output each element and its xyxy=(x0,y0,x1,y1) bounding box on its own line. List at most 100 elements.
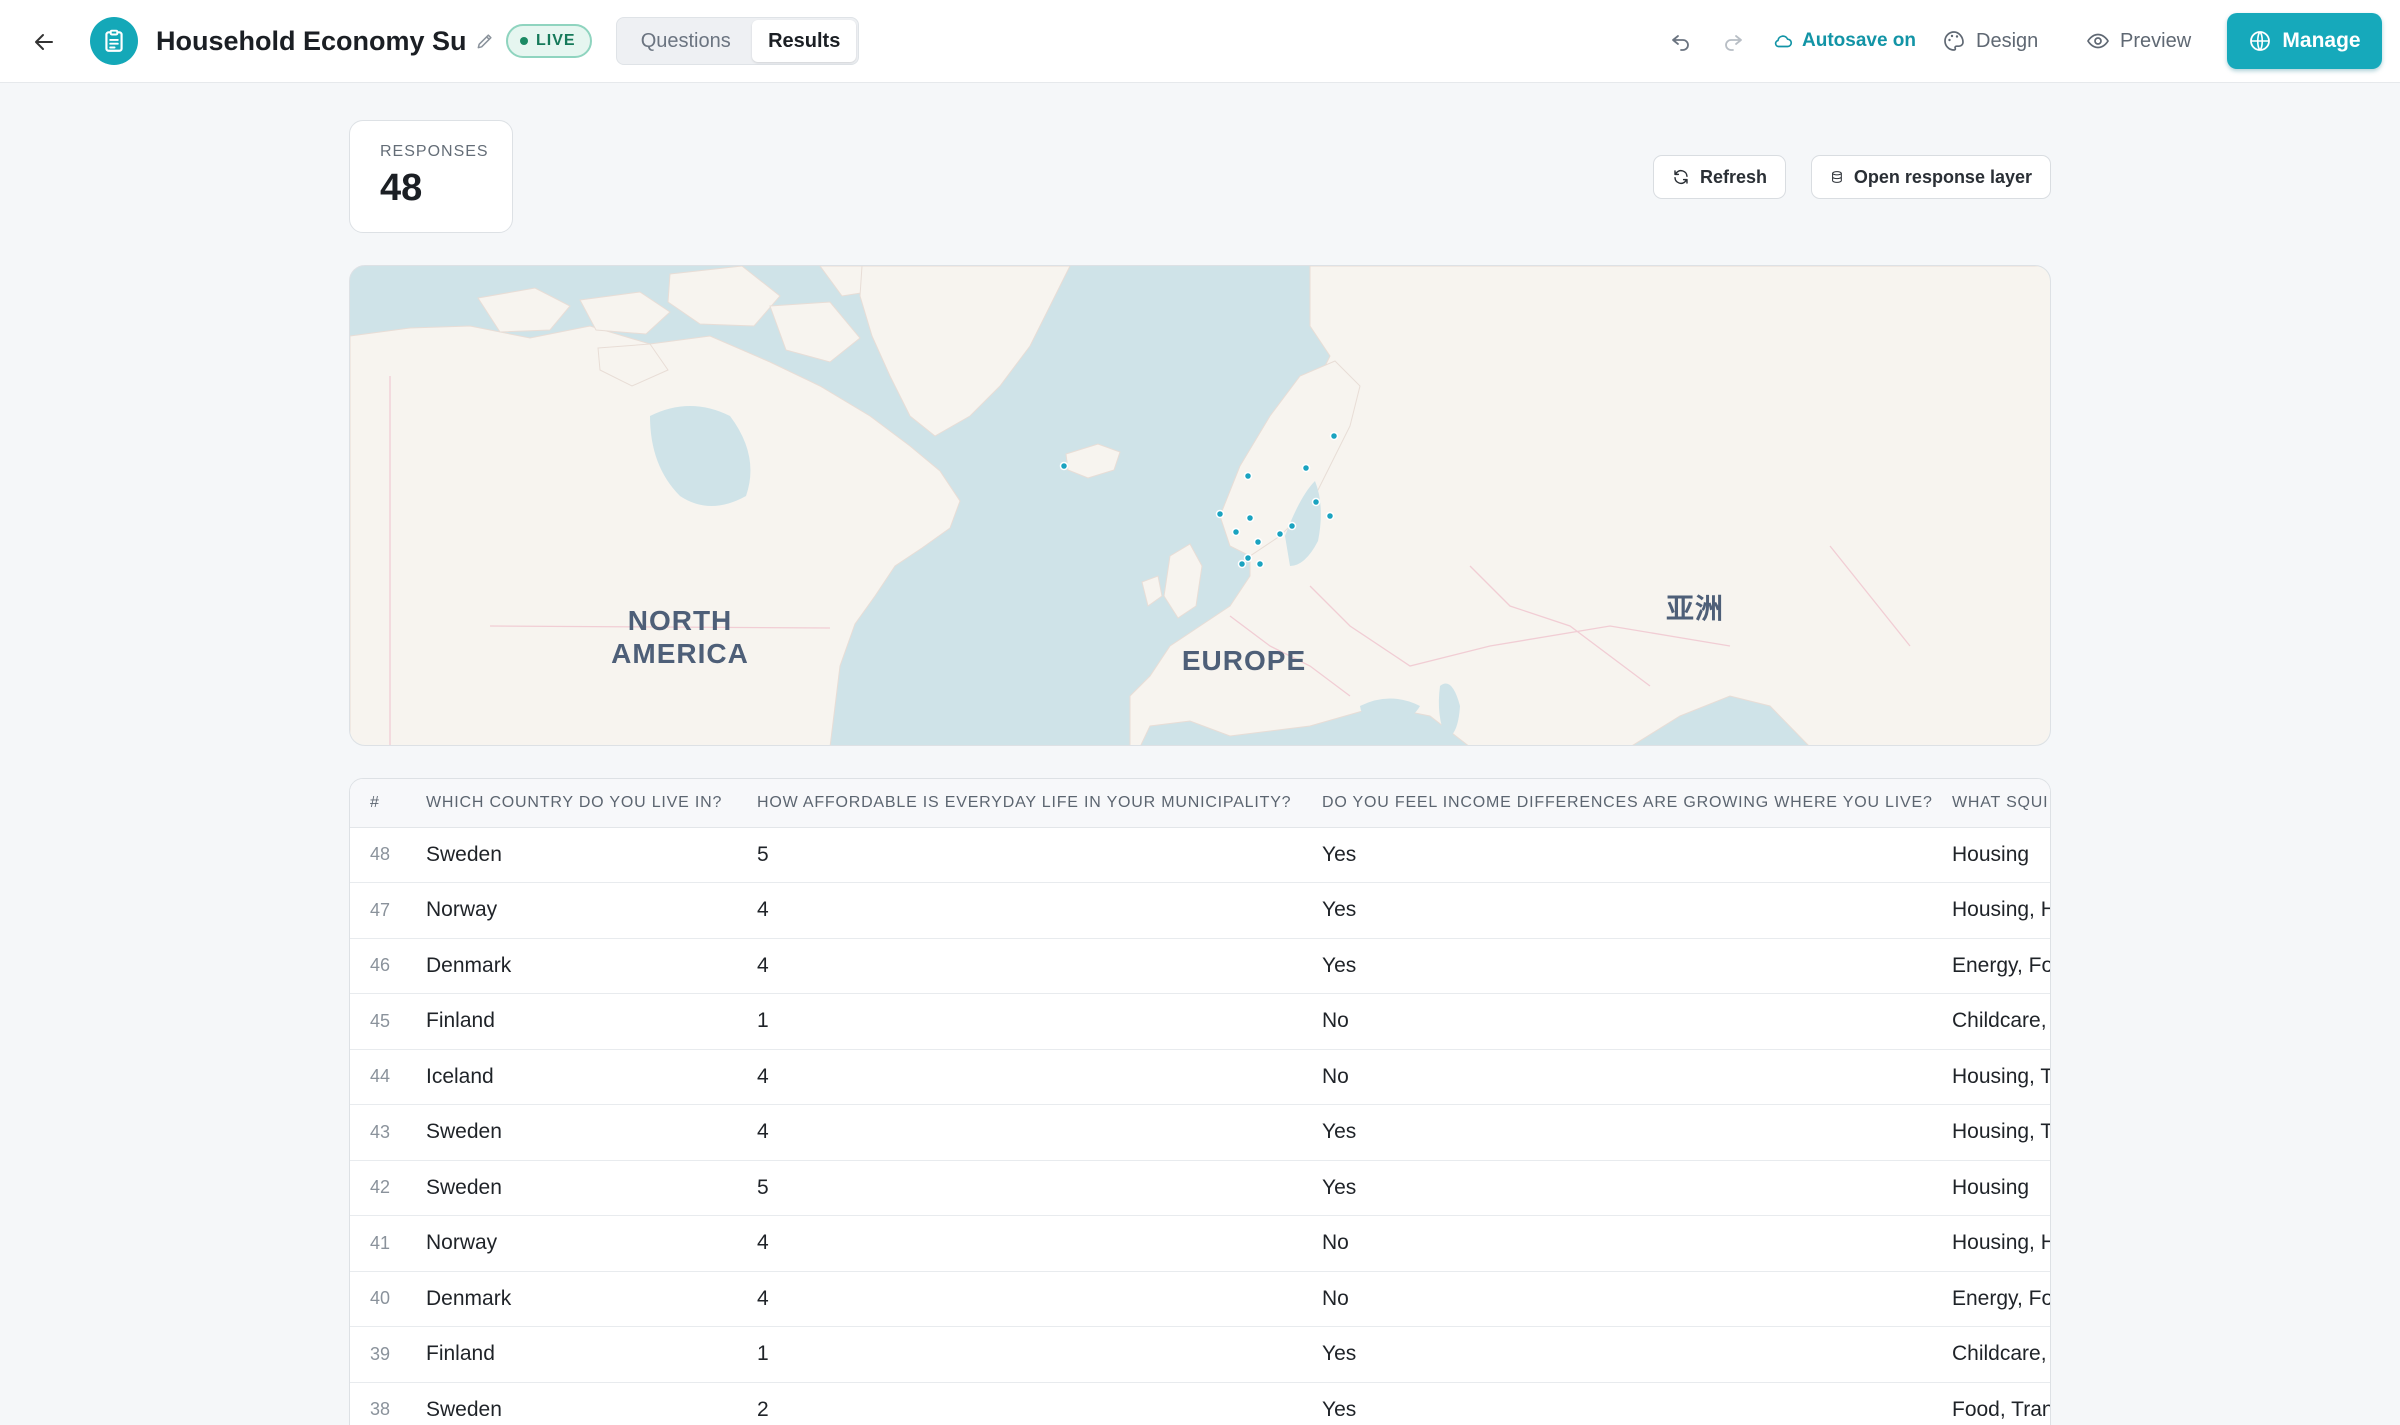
cell-number: 46 xyxy=(350,938,426,994)
cell-affordability: 5 xyxy=(757,827,1322,883)
cell-squeeze: Childcare, xyxy=(1952,993,2050,1050)
refresh-button[interactable]: Refresh xyxy=(1653,155,1786,199)
cell-squeeze: Childcare, xyxy=(1952,1326,2050,1383)
live-dot-icon xyxy=(520,37,528,45)
back-button[interactable] xyxy=(24,22,64,62)
cell-income-gap: Yes xyxy=(1322,1160,1952,1216)
column-header-squeeze[interactable]: WHAT SQUI xyxy=(1952,779,2050,828)
tab-results[interactable]: Results xyxy=(752,20,856,62)
arrow-left-icon xyxy=(35,34,53,50)
refresh-label: Refresh xyxy=(1699,166,1767,187)
form-title[interactable]: Household Economy Surv xyxy=(156,24,468,58)
cell-country: Sweden xyxy=(426,1104,757,1161)
response-map[interactable]: NORTH AMERICA EUROPE 亚洲 xyxy=(349,265,2051,746)
cell-affordability: 4 xyxy=(757,938,1322,994)
cloud-icon xyxy=(1774,35,1793,48)
cell-affordability: 1 xyxy=(757,1326,1322,1383)
cell-affordability: 4 xyxy=(757,1215,1322,1272)
cell-income-gap: Yes xyxy=(1322,1326,1952,1383)
table-row[interactable]: 46 Denmark 4 Yes Energy, Fo xyxy=(350,938,2050,994)
cell-income-gap: Yes xyxy=(1322,827,1952,883)
cell-squeeze: Housing xyxy=(1952,827,2050,883)
cell-affordability: 4 xyxy=(757,882,1322,939)
cell-number: 48 xyxy=(350,827,426,883)
cell-squeeze: Energy, Fo xyxy=(1952,1271,2050,1327)
cell-affordability: 4 xyxy=(757,1271,1322,1327)
column-header-income-gap[interactable]: DO YOU FEEL INCOME DIFFERENCES ARE GROWI… xyxy=(1322,779,1952,828)
cell-number: 44 xyxy=(350,1049,426,1105)
manage-label: Manage xyxy=(2282,29,2361,52)
cell-number: 43 xyxy=(350,1104,426,1161)
cell-country: Iceland xyxy=(426,1049,757,1105)
status-badge-label: LIVE xyxy=(536,32,576,49)
table-row[interactable]: 42 Sweden 5 Yes Housing xyxy=(350,1160,2050,1216)
cell-number: 38 xyxy=(350,1382,426,1425)
redo-button[interactable] xyxy=(1718,26,1748,56)
responses-table[interactable]: # WHICH COUNTRY DO YOU LIVE IN? HOW AFFO… xyxy=(349,778,2051,1425)
open-response-layer-button[interactable]: Open response layer xyxy=(1811,155,2051,199)
responses-table-grid: # WHICH COUNTRY DO YOU LIVE IN? HOW AFFO… xyxy=(350,779,2050,1425)
eye-icon xyxy=(2087,33,2109,49)
cell-squeeze: Housing, H xyxy=(1952,882,2050,939)
table-row[interactable]: 40 Denmark 4 No Energy, Fo xyxy=(350,1271,2050,1327)
autosave-status[interactable]: Autosave on xyxy=(1772,24,1916,58)
design-label: Design xyxy=(1976,29,2039,52)
cell-country: Denmark xyxy=(426,1271,757,1327)
cell-income-gap: No xyxy=(1322,1271,1952,1327)
cell-income-gap: Yes xyxy=(1322,1382,1952,1425)
cell-number: 45 xyxy=(350,993,426,1050)
cell-country: Sweden xyxy=(426,1382,757,1425)
preview-button[interactable]: Preview xyxy=(2086,22,2191,60)
cell-country: Finland xyxy=(426,993,757,1050)
table-row[interactable]: 47 Norway 4 Yes Housing, H xyxy=(350,882,2050,939)
cell-country: Norway xyxy=(426,1215,757,1272)
cell-number: 40 xyxy=(350,1271,426,1327)
database-icon xyxy=(1832,171,1842,183)
cell-income-gap: No xyxy=(1322,1215,1952,1272)
table-row[interactable]: 38 Sweden 2 Yes Food, Tran xyxy=(350,1382,2050,1425)
column-header-affordability[interactable]: HOW AFFORDABLE IS EVERYDAY LIFE IN YOUR … xyxy=(757,779,1322,828)
map-label-europe: EUROPE xyxy=(1181,645,1307,676)
cell-country: Denmark xyxy=(426,938,757,994)
table-row[interactable]: 39 Finland 1 Yes Childcare, xyxy=(350,1326,2050,1383)
responses-count: 48 xyxy=(380,167,423,209)
table-row[interactable]: 44 Iceland 4 No Housing, T xyxy=(350,1049,2050,1105)
cell-number: 42 xyxy=(350,1160,426,1216)
undo-button[interactable] xyxy=(1666,26,1696,56)
preview-label: Preview xyxy=(2120,29,2192,52)
table-row[interactable]: 43 Sweden 4 Yes Housing, T xyxy=(350,1104,2050,1161)
top-bar: Household Economy Surv LIVE Questions Re… xyxy=(0,0,2400,83)
table-header-row: # WHICH COUNTRY DO YOU LIVE IN? HOW AFFO… xyxy=(350,779,2050,828)
autosave-label: Autosave on xyxy=(1802,30,1917,51)
cell-affordability: 4 xyxy=(757,1049,1322,1105)
cell-number: 41 xyxy=(350,1215,426,1272)
tab-questions[interactable]: Questions xyxy=(619,20,752,62)
cell-affordability: 4 xyxy=(757,1104,1322,1161)
cell-number: 47 xyxy=(350,882,426,939)
cell-country: Norway xyxy=(426,882,757,939)
cell-squeeze: Housing xyxy=(1952,1160,2050,1216)
cell-income-gap: Yes xyxy=(1322,1104,1952,1161)
cell-squeeze: Food, Tran xyxy=(1952,1382,2050,1425)
map-label-north-america: NORTH AMERICA xyxy=(611,605,749,669)
status-badge: LIVE xyxy=(506,24,592,58)
cell-income-gap: No xyxy=(1322,1049,1952,1105)
table-row[interactable]: 41 Norway 4 No Housing, H xyxy=(350,1215,2050,1272)
column-header-number[interactable]: # xyxy=(350,779,426,828)
pencil-icon xyxy=(477,34,492,49)
cell-country: Sweden xyxy=(426,827,757,883)
cell-country: Sweden xyxy=(426,1160,757,1216)
table-row[interactable]: 45 Finland 1 No Childcare, xyxy=(350,993,2050,1050)
cell-number: 39 xyxy=(350,1326,426,1383)
undo-icon xyxy=(1672,35,1689,51)
column-header-country[interactable]: WHICH COUNTRY DO YOU LIVE IN? xyxy=(426,779,757,828)
cell-income-gap: No xyxy=(1322,993,1952,1050)
design-button[interactable]: Design xyxy=(1942,22,2038,60)
cell-affordability: 1 xyxy=(757,993,1322,1050)
cell-affordability: 5 xyxy=(757,1160,1322,1216)
edit-title-button[interactable] xyxy=(472,28,498,54)
table-row[interactable]: 48 Sweden 5 Yes Housing xyxy=(350,827,2050,883)
refresh-icon xyxy=(1674,170,1688,184)
redo-icon xyxy=(1725,35,1742,51)
manage-button[interactable]: Manage xyxy=(2227,13,2382,69)
